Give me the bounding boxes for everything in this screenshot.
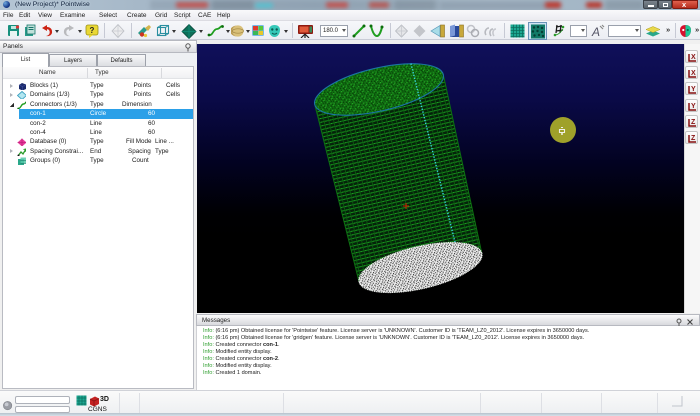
svg-text:X: X: [691, 54, 696, 61]
svg-text:Y: Y: [691, 103, 696, 110]
svg-text:A: A: [591, 25, 600, 38]
svg-text:Y: Y: [691, 86, 696, 93]
svg-text:Z: Z: [691, 119, 696, 126]
svg-text:Z: Z: [691, 135, 696, 142]
svg-text:?: ?: [90, 26, 95, 35]
svg-text:X: X: [691, 70, 696, 77]
